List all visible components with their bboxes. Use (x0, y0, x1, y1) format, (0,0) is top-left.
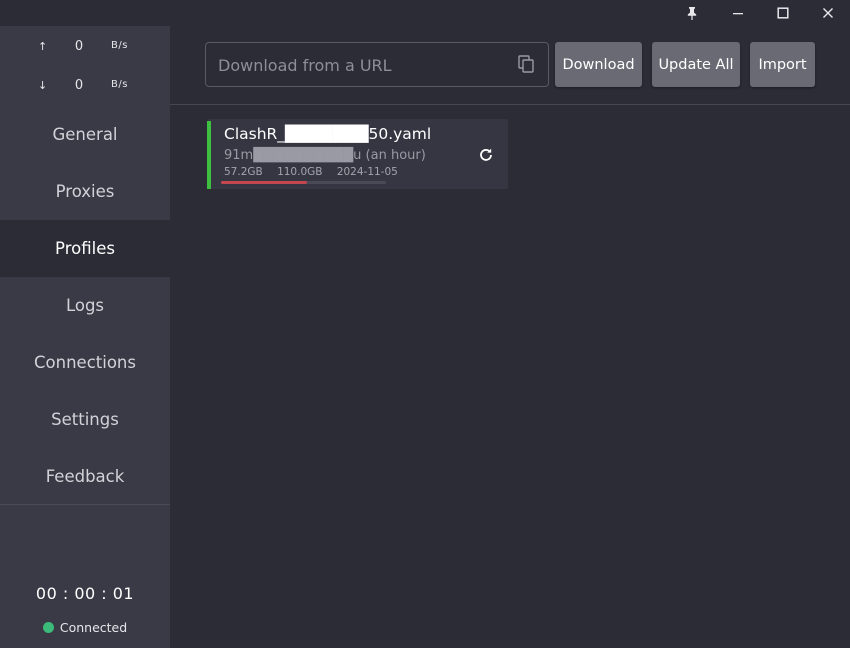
profile-expiry: 2024-11-05 (336, 166, 398, 178)
traffic-monitor: ↑ 0 B/s ↓ 0 B/s (0, 26, 170, 104)
update-all-button[interactable]: Update All (652, 42, 740, 87)
sidebar-item-feedback[interactable]: Feedback (0, 448, 170, 505)
maximize-icon[interactable] (761, 0, 805, 26)
upload-speed: ↑ 0 B/s (0, 38, 170, 58)
selected-indicator (207, 121, 211, 189)
connection-status: Connected (0, 620, 170, 635)
connection-status-label: Connected (59, 620, 128, 635)
import-button[interactable]: Import (750, 42, 815, 87)
url-input[interactable] (216, 43, 510, 88)
toolbar-divider (170, 104, 850, 105)
url-field[interactable] (205, 42, 549, 88)
status-dot-icon (42, 622, 54, 633)
sidebar-item-logs[interactable]: Logs (0, 277, 170, 334)
pin-icon[interactable] (670, 0, 714, 26)
sidebar-item-general[interactable]: General (0, 106, 170, 163)
usage-progress-bar (221, 181, 386, 184)
profile-name: ClashR_███████50.yaml (224, 125, 432, 143)
upload-unit: B/s (111, 40, 128, 51)
upload-value: 0 (74, 39, 84, 54)
title-bar (0, 0, 850, 26)
profile-stats: 57.2GB 110.0GB 2024-11-05 (224, 166, 407, 178)
download-value: 0 (74, 78, 84, 93)
profile-total: 110.0GB (277, 166, 323, 178)
sidebar-item-proxies[interactable]: Proxies (0, 163, 170, 220)
sidebar-divider (0, 504, 170, 505)
upload-arrow-icon: ↑ (38, 40, 48, 53)
sidebar: ↑ 0 B/s ↓ 0 B/s General Proxies Profiles… (0, 26, 170, 648)
download-speed: ↓ 0 B/s (0, 77, 170, 97)
download-arrow-icon: ↓ (38, 79, 48, 92)
close-icon[interactable] (806, 0, 850, 26)
download-button[interactable]: Download (555, 42, 642, 87)
minimize-icon[interactable] (716, 0, 760, 26)
profile-update-info: 91m██████████u (an hour) (224, 148, 426, 163)
download-unit: B/s (111, 79, 128, 90)
uptime-timer: 00 : 00 : 01 (35, 584, 135, 603)
sidebar-item-profiles[interactable]: Profiles (0, 220, 170, 277)
profile-card[interactable]: ClashR_███████50.yaml 91m██████████u (an… (207, 119, 508, 189)
sidebar-item-connections[interactable]: Connections (0, 334, 170, 391)
profiles-panel: Download Update All Import ClashR_██████… (170, 26, 850, 648)
usage-progress-fill (221, 181, 307, 184)
sidebar-item-settings[interactable]: Settings (0, 391, 170, 448)
paste-icon[interactable] (518, 55, 535, 78)
refresh-icon[interactable] (479, 147, 493, 166)
profile-used: 57.2GB (224, 166, 263, 178)
